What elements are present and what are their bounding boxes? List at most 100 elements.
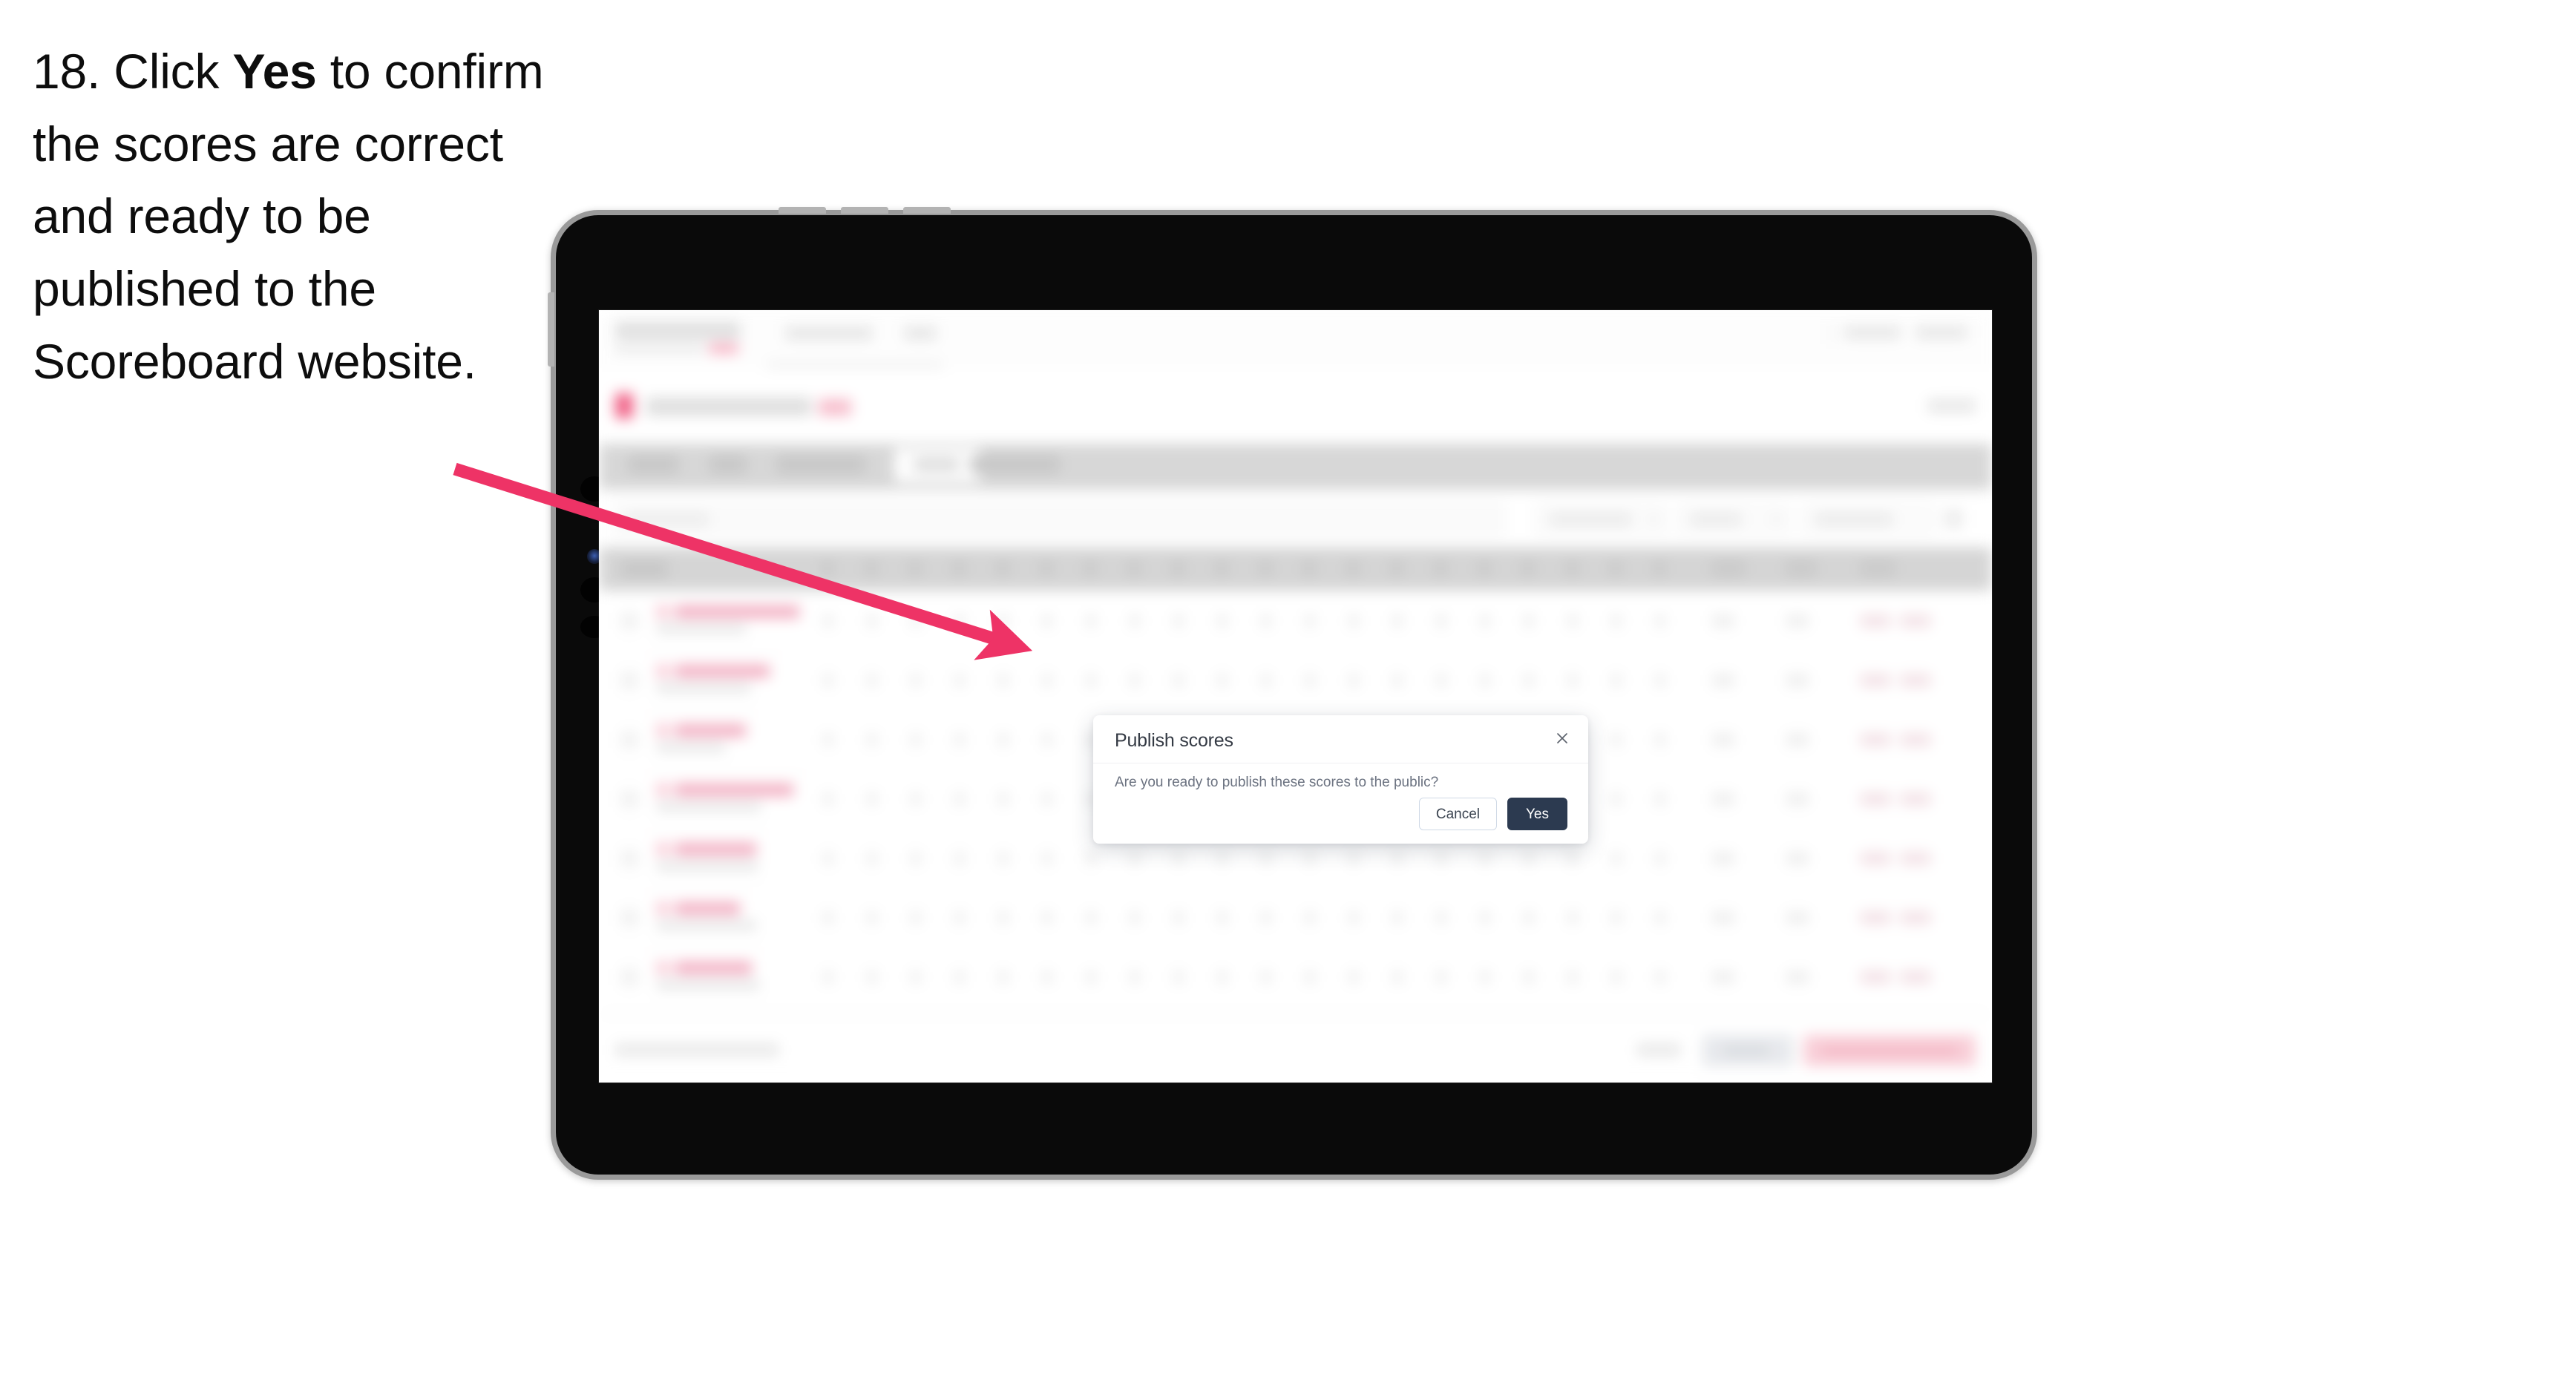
score-cell[interactable] — [1655, 853, 1665, 864]
score-cell[interactable] — [1392, 615, 1403, 627]
player-name[interactable] — [675, 902, 740, 915]
score-cell[interactable] — [1173, 912, 1184, 924]
score-cell[interactable] — [1348, 615, 1359, 627]
score-cell[interactable] — [1348, 853, 1359, 864]
tab-1[interactable] — [629, 456, 678, 473]
score-cell[interactable] — [1392, 912, 1403, 924]
score-cell[interactable] — [1567, 971, 1578, 983]
score-cell[interactable] — [1655, 971, 1665, 983]
score-cell[interactable] — [1086, 853, 1096, 864]
score-cell[interactable] — [1567, 853, 1578, 864]
score-cell[interactable] — [954, 615, 965, 627]
yes-button[interactable]: Yes — [1507, 798, 1567, 830]
score-cell[interactable] — [954, 912, 965, 924]
header-user-label[interactable] — [1845, 326, 1900, 338]
row-checkbox[interactable] — [621, 613, 638, 629]
score-cell[interactable] — [1348, 674, 1359, 686]
score-cell[interactable] — [867, 971, 877, 983]
score-cell[interactable] — [1611, 853, 1622, 864]
volume-down-button[interactable] — [841, 207, 888, 214]
score-cell[interactable] — [1611, 912, 1622, 924]
row-checkbox[interactable] — [621, 910, 638, 926]
score-cell[interactable] — [1042, 793, 1052, 805]
score-cell[interactable] — [1173, 674, 1184, 686]
score-cell[interactable] — [1611, 734, 1622, 746]
score-cell[interactable] — [1086, 912, 1096, 924]
publish-scores-button[interactable] — [1803, 1035, 1976, 1066]
score-cell[interactable] — [1042, 674, 1052, 686]
score-cell[interactable] — [911, 615, 921, 627]
score-cell[interactable] — [1524, 615, 1534, 627]
score-cell[interactable] — [998, 734, 1009, 746]
score-cell[interactable] — [1305, 912, 1315, 924]
score-cell[interactable] — [1042, 912, 1052, 924]
table-row[interactable] — [599, 947, 1992, 1007]
volume-up-button[interactable] — [779, 207, 826, 214]
score-cell[interactable] — [1655, 912, 1665, 924]
filter-dropdown-1[interactable] — [1536, 503, 1668, 536]
score-cell[interactable] — [1086, 674, 1096, 686]
search-input[interactable] — [612, 503, 1504, 536]
cancel-button[interactable]: Cancel — [1418, 798, 1497, 830]
score-cell[interactable] — [998, 793, 1009, 805]
score-cell[interactable] — [1655, 793, 1665, 805]
score-cell[interactable] — [1655, 615, 1665, 627]
header-nav-item-2[interactable] — [905, 326, 936, 340]
score-cell[interactable] — [1436, 674, 1446, 686]
filter-dropdown-3[interactable] — [1801, 503, 1935, 536]
score-cell[interactable] — [1567, 912, 1578, 924]
player-name[interactable] — [675, 843, 756, 855]
bottom-cancel-link[interactable] — [1637, 1044, 1680, 1056]
score-cell[interactable] — [1042, 971, 1052, 983]
score-cell[interactable] — [867, 793, 877, 805]
row-checkbox[interactable] — [621, 791, 638, 807]
score-cell[interactable] — [867, 912, 877, 924]
player-name[interactable] — [675, 784, 793, 796]
score-cell[interactable] — [1042, 853, 1052, 864]
score-cell[interactable] — [1611, 971, 1622, 983]
score-cell[interactable] — [998, 853, 1009, 864]
score-cell[interactable] — [954, 734, 965, 746]
player-name[interactable] — [675, 724, 746, 737]
score-cell[interactable] — [1392, 853, 1403, 864]
score-cell[interactable] — [1392, 971, 1403, 983]
score-cell[interactable] — [1042, 734, 1052, 746]
score-cell[interactable] — [823, 734, 833, 746]
row-checkbox[interactable] — [621, 850, 638, 867]
volume-extra-button[interactable] — [903, 207, 951, 214]
score-cell[interactable] — [823, 674, 833, 686]
close-icon[interactable] — [1550, 726, 1575, 751]
score-cell[interactable] — [823, 615, 833, 627]
score-cell[interactable] — [1173, 853, 1184, 864]
score-cell[interactable] — [1130, 912, 1140, 924]
score-cell[interactable] — [998, 674, 1009, 686]
score-cell[interactable] — [1305, 853, 1315, 864]
score-cell[interactable] — [1130, 853, 1140, 864]
score-cell[interactable] — [1261, 912, 1271, 924]
score-cell[interactable] — [1261, 674, 1271, 686]
score-cell[interactable] — [1567, 615, 1578, 627]
score-cell[interactable] — [1305, 615, 1315, 627]
score-cell[interactable] — [1348, 912, 1359, 924]
score-cell[interactable] — [1611, 674, 1622, 686]
tab-5[interactable] — [970, 456, 1059, 473]
score-cell[interactable] — [1261, 853, 1271, 864]
tab-4-results-active[interactable] — [894, 448, 980, 482]
tab-3[interactable] — [777, 456, 865, 473]
score-cell[interactable] — [911, 912, 921, 924]
score-cell[interactable] — [911, 734, 921, 746]
score-cell[interactable] — [1086, 615, 1096, 627]
score-cell[interactable] — [1130, 674, 1140, 686]
player-name[interactable] — [675, 665, 770, 677]
score-cell[interactable] — [1480, 615, 1490, 627]
score-cell[interactable] — [1348, 971, 1359, 983]
score-cell[interactable] — [1655, 734, 1665, 746]
score-cell[interactable] — [1655, 674, 1665, 686]
row-checkbox[interactable] — [621, 672, 638, 689]
bottom-secondary-button[interactable] — [1702, 1035, 1793, 1066]
score-cell[interactable] — [1305, 971, 1315, 983]
score-cell[interactable] — [1261, 971, 1271, 983]
score-cell[interactable] — [911, 793, 921, 805]
score-cell[interactable] — [1436, 853, 1446, 864]
score-cell[interactable] — [823, 971, 833, 983]
